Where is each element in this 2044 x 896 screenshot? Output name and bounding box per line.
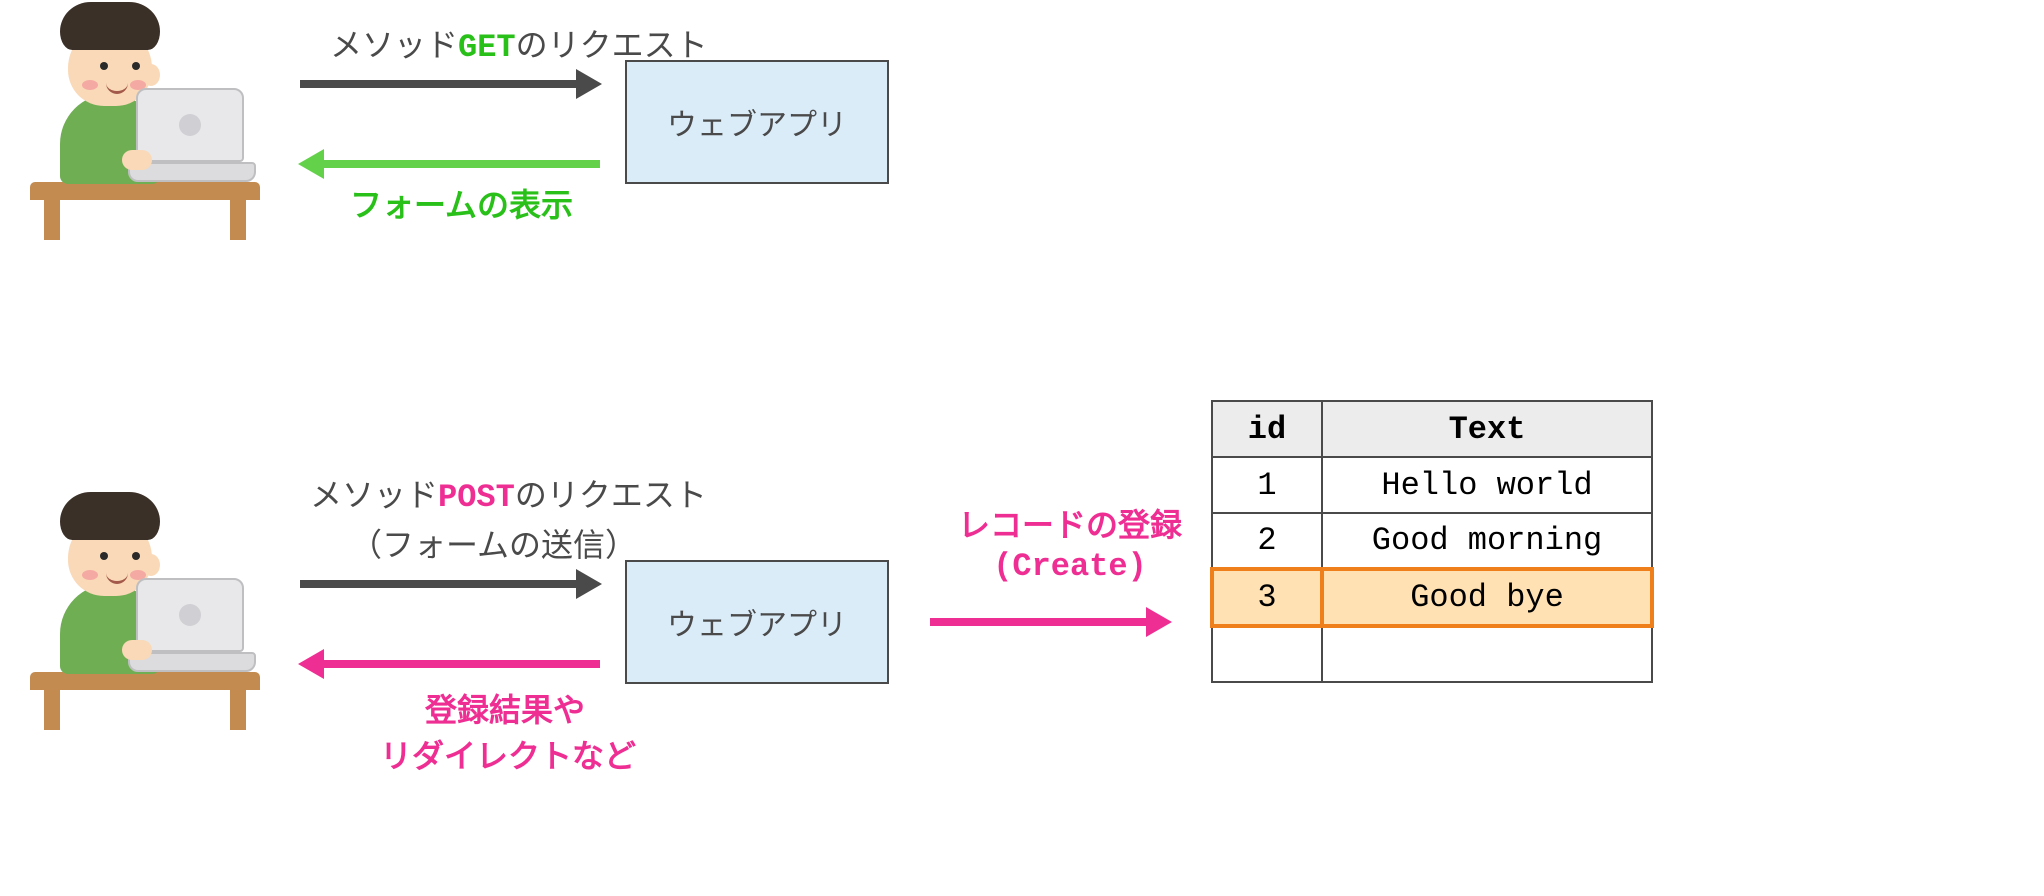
cell-id — [1212, 626, 1322, 682]
table-header-id: id — [1212, 401, 1322, 457]
table-row — [1212, 626, 1652, 682]
webapp-box-bottom: ウェブアプリ — [625, 560, 889, 684]
arrow-get-response — [320, 160, 600, 168]
post-request-sub-label: （フォームの送信） — [350, 520, 637, 566]
cell-text: Good bye — [1322, 569, 1652, 626]
user-illustration-bottom — [30, 500, 260, 730]
webapp-box-top: ウェブアプリ — [625, 60, 889, 184]
arrow-get-request — [300, 80, 580, 88]
table-body: 1Hello world2Good morning3Good bye — [1212, 457, 1652, 682]
cell-text: Hello world — [1322, 457, 1652, 513]
db-action-label: レコードの登録 (Create) — [940, 500, 1200, 585]
cell-id: 1 — [1212, 457, 1322, 513]
cell-text: Good morning — [1322, 513, 1652, 569]
post-request-label: メソッドPOSTのリクエスト — [310, 470, 707, 516]
user-illustration-top — [30, 10, 260, 240]
get-response-label: フォームの表示 — [350, 180, 573, 226]
cell-text — [1322, 626, 1652, 682]
table-header-text: Text — [1322, 401, 1652, 457]
table-row: 3Good bye — [1212, 569, 1652, 626]
webapp-label-bottom: ウェブアプリ — [667, 600, 847, 644]
arrow-post-response — [320, 660, 600, 668]
table-row: 2Good morning — [1212, 513, 1652, 569]
cell-id: 3 — [1212, 569, 1322, 626]
table-row: 1Hello world — [1212, 457, 1652, 513]
post-response-label: 登録結果や リダイレクトなど — [380, 685, 630, 777]
arrow-post-request — [300, 580, 580, 588]
cell-id: 2 — [1212, 513, 1322, 569]
webapp-label-top: ウェブアプリ — [667, 100, 847, 144]
database-table: id Text 1Hello world2Good morning3Good b… — [1210, 400, 1654, 683]
arrow-db-create — [930, 618, 1150, 626]
